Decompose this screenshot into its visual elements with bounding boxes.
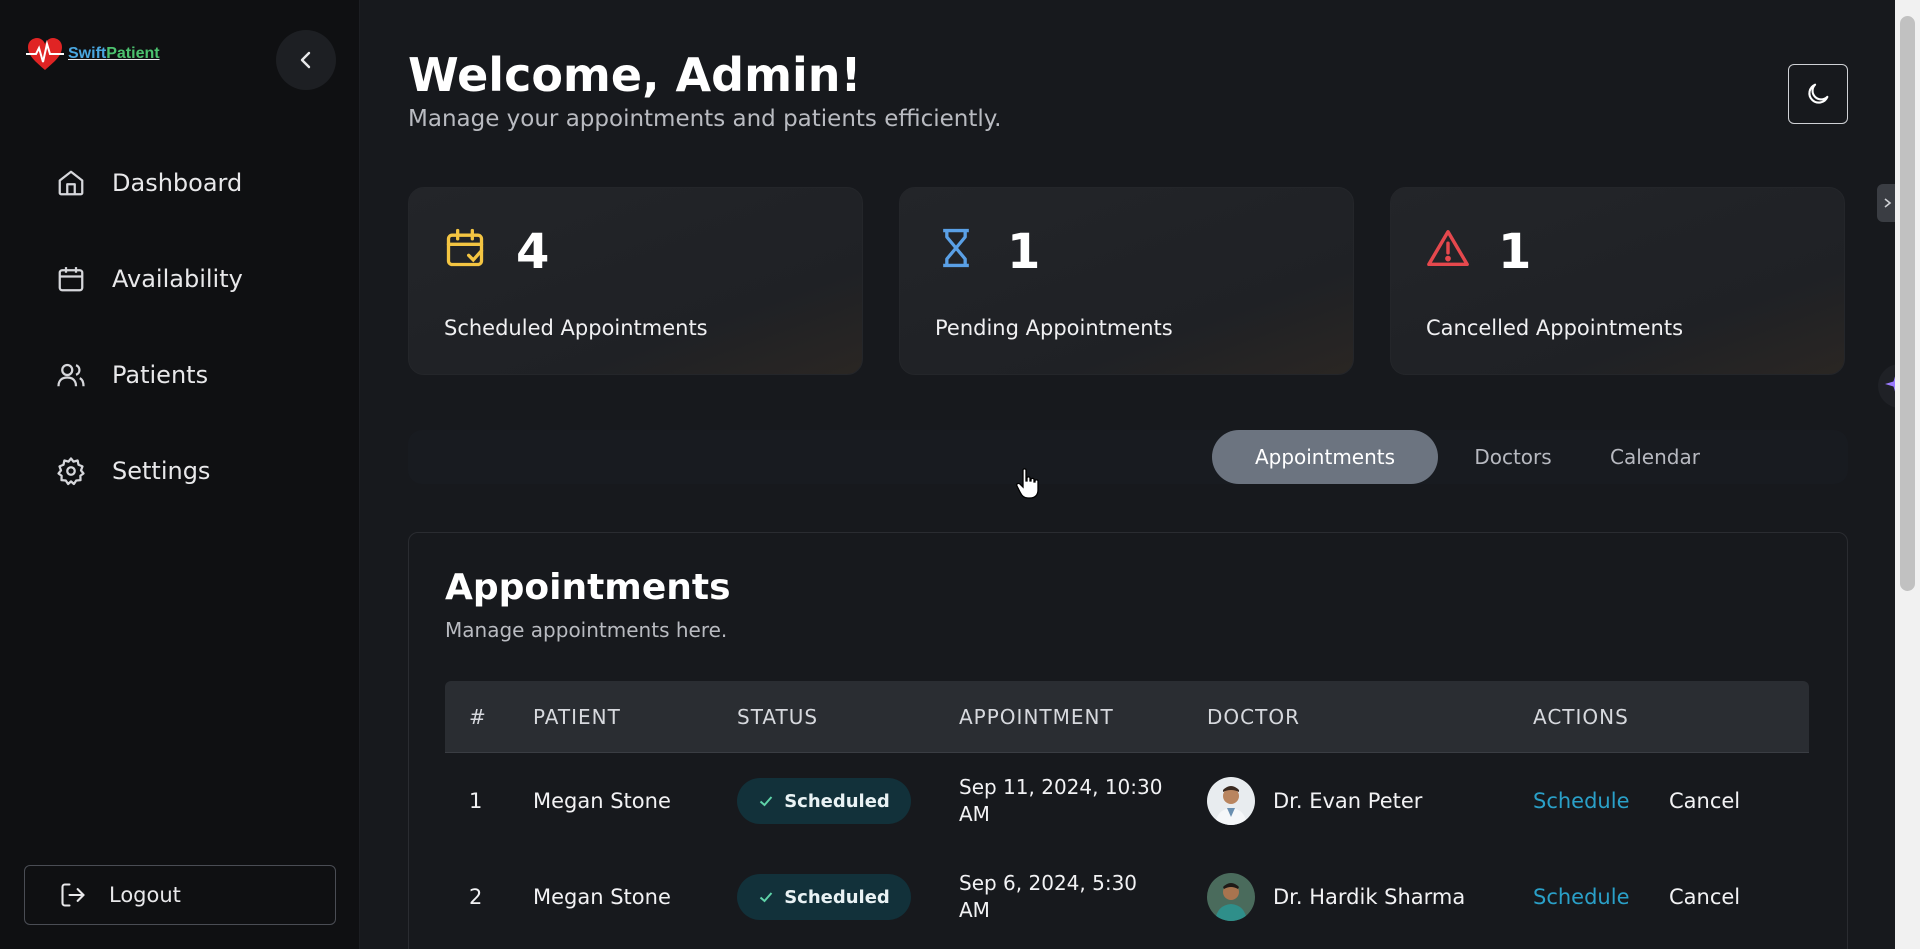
sidebar-item-availability[interactable]: Availability [0, 251, 360, 307]
appointment-time: Sep 11, 2024, 10:30 AM [959, 753, 1179, 849]
hand-cursor-icon [1016, 468, 1039, 499]
doctor-avatar [1207, 777, 1255, 825]
patient-name: Megan Stone [533, 789, 671, 813]
stat-count: 4 [516, 224, 550, 280]
calendar-icon [58, 267, 84, 292]
check-icon [760, 892, 773, 903]
page-title: Welcome, Admin! [408, 48, 862, 102]
app-logo[interactable]: SwiftPatient [26, 36, 160, 72]
heartbeat-logo-icon [26, 38, 64, 70]
stat-card-pending: 1 Pending Appointments [899, 187, 1354, 375]
sidebar-item-dashboard[interactable]: Dashboard [0, 155, 360, 211]
stat-label: Pending Appointments [935, 316, 1173, 340]
row-number: 1 [469, 789, 483, 813]
moon-icon [1808, 83, 1829, 104]
table-row: 2 Megan Stone Scheduled Sep 6, 2024, 5:3… [445, 849, 1809, 945]
appointments-panel: Appointments Manage appointments here. #… [408, 532, 1848, 949]
doctor-name: Dr. Evan Peter [1273, 789, 1423, 813]
panel-title: Appointments [445, 567, 731, 608]
sidebar: SwiftPatient Dashboard Availability Pati… [0, 0, 360, 949]
stat-card-scheduled: 4 Scheduled Appointments [408, 187, 863, 375]
doctor-cell: Dr. Evan Peter [1207, 753, 1422, 849]
logout-button[interactable]: Logout [24, 865, 336, 925]
stats-cards: 4 Scheduled Appointments 1 Pending Appoi… [408, 187, 1845, 375]
stat-count: 1 [1007, 224, 1041, 280]
sidebar-item-label: Patients [112, 361, 209, 389]
stat-card-cancelled: 1 Cancelled Appointments [1390, 187, 1845, 375]
sidebar-item-label: Settings [112, 457, 211, 485]
column-header-appointment: APPOINTMENT [959, 705, 1114, 729]
logout-icon [61, 883, 85, 907]
appointment-time: Sep 6, 2024, 5:30 AM [959, 849, 1179, 945]
doctor-cell: Dr. Hardik Sharma [1207, 849, 1465, 945]
stat-count: 1 [1498, 224, 1532, 280]
tab-doctors[interactable]: Doctors [1448, 430, 1578, 484]
appointment-date: Sep 6, 2024, 5:30 [959, 871, 1138, 895]
tab-appointments[interactable]: Appointments [1212, 430, 1438, 484]
calendar-check-icon [446, 228, 484, 267]
stat-label: Scheduled Appointments [444, 316, 708, 340]
row-number: 2 [469, 885, 483, 909]
page-subtitle: Manage your appointments and patients ef… [408, 106, 1002, 132]
gear-icon [57, 457, 85, 486]
home-icon [58, 170, 84, 196]
cancel-link[interactable]: Cancel [1669, 849, 1740, 945]
warning-icon [1427, 230, 1469, 267]
appointment-date: Sep 11, 2024, 10:30 [959, 775, 1163, 799]
sidebar-item-label: Availability [112, 265, 243, 293]
doctor-name: Dr. Hardik Sharma [1273, 885, 1466, 909]
appointment-ampm: AM [959, 802, 990, 826]
logout-label: Logout [109, 883, 181, 907]
column-header-actions: ACTIONS [1533, 705, 1629, 729]
table-row: 1 Megan Stone Scheduled Sep 11, 2024, 10… [445, 753, 1809, 849]
patient-name: Megan Stone [533, 885, 671, 909]
check-icon [760, 796, 773, 807]
tab-bar: Appointments Doctors Calendar [408, 430, 1848, 484]
stat-label: Cancelled Appointments [1426, 316, 1684, 340]
sidebar-item-patients[interactable]: Patients [0, 347, 360, 403]
users-icon [57, 363, 85, 387]
cancel-link[interactable]: Cancel [1669, 753, 1740, 849]
chevron-left-icon [300, 51, 311, 69]
sidebar-nav: Dashboard Availability Patients Settings [0, 155, 360, 539]
theme-toggle-button[interactable] [1788, 64, 1848, 124]
scrollbar-thumb[interactable] [1900, 16, 1915, 591]
collapse-sidebar-button[interactable] [276, 30, 336, 90]
schedule-link[interactable]: Schedule [1533, 753, 1630, 849]
appointment-ampm: AM [959, 898, 990, 922]
doctor-avatar [1207, 873, 1255, 921]
panel-subtitle: Manage appointments here. [445, 618, 728, 642]
sidebar-item-settings[interactable]: Settings [0, 443, 360, 499]
status-badge: Scheduled [737, 874, 911, 920]
tab-calendar[interactable]: Calendar [1580, 430, 1730, 484]
status-badge: Scheduled [737, 778, 911, 824]
sidebar-item-label: Dashboard [112, 169, 243, 197]
app-name: SwiftPatient [68, 45, 160, 62]
appointments-table: # PATIENT STATUS APPOINTMENT DOCTOR ACTI… [445, 681, 1809, 945]
column-header-status: STATUS [737, 705, 819, 729]
column-header-patient: PATIENT [533, 705, 621, 729]
page-scrollbar[interactable] [1895, 0, 1920, 949]
status-cell: Scheduled [737, 753, 911, 849]
column-header-number: # [469, 705, 487, 729]
main-content: Welcome, Admin! Manage your appointments… [360, 0, 1895, 949]
table-header: # PATIENT STATUS APPOINTMENT DOCTOR ACTI… [445, 681, 1809, 753]
status-cell: Scheduled [737, 849, 911, 945]
hourglass-icon [943, 228, 969, 268]
schedule-link[interactable]: Schedule [1533, 849, 1630, 945]
status-label: Scheduled [784, 790, 890, 812]
status-label: Scheduled [784, 886, 890, 908]
column-header-doctor: DOCTOR [1207, 705, 1300, 729]
